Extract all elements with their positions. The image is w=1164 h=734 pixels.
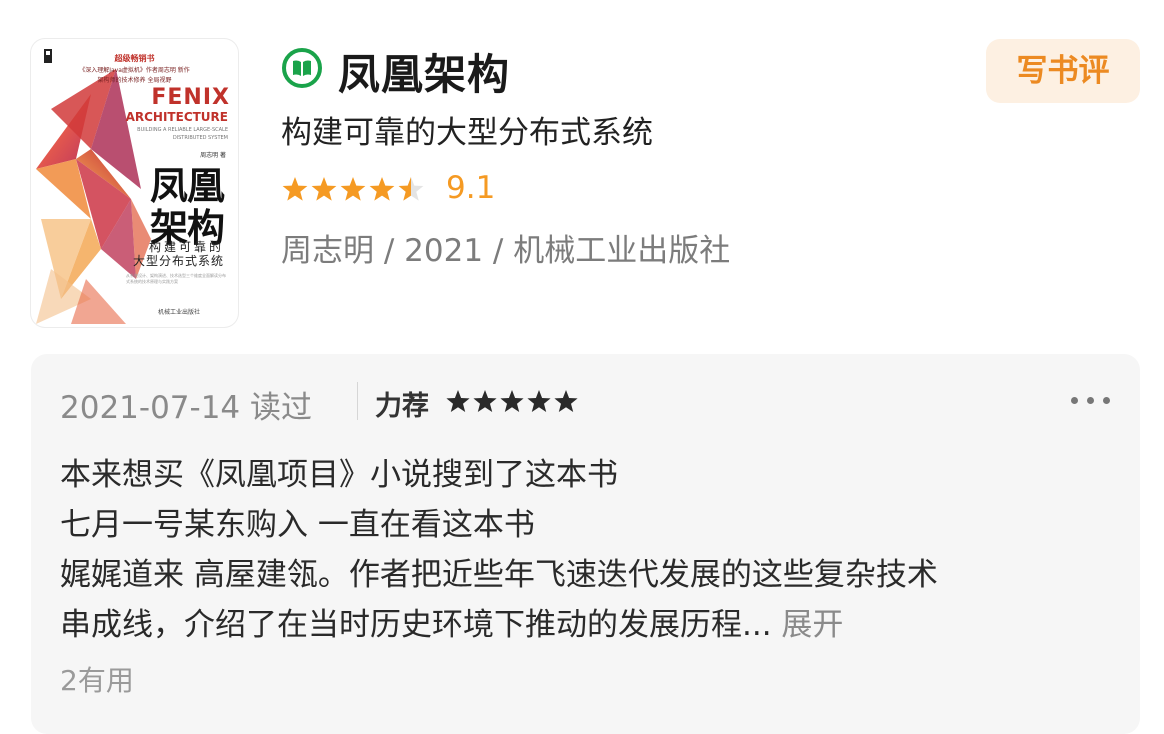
- star-icon: [527, 390, 551, 412]
- book-meta: 周志明 / 2021 / 机械工业出版社: [281, 233, 731, 269]
- divider: [357, 382, 358, 420]
- star-icon: [340, 177, 366, 201]
- star-icon: [554, 390, 578, 412]
- cover-publisher: 机械工业出版社: [157, 309, 200, 316]
- half-star-icon: [398, 177, 424, 201]
- recommend-label: 力荐: [375, 391, 429, 422]
- star-icon: [500, 390, 524, 412]
- cover-top-line3: 架构师的技术修养 全局视野: [97, 77, 172, 84]
- cover-top-line1: 超级畅销书: [114, 54, 155, 63]
- review-body: 本来想买《凤凰项目》小说搜到了这本书 七月一号某东购入 一直在看这本书 娓娓道来…: [60, 450, 1120, 650]
- star-icon: [282, 177, 308, 201]
- book-cover[interactable]: 超级畅销书 《深入理解Java虚拟机》作者周志明 新作 架构师的技术修养 全局视…: [31, 39, 238, 327]
- write-review-button[interactable]: 写书评: [986, 39, 1140, 103]
- more-dots-icon[interactable]: [1071, 394, 1113, 408]
- review-date-status: 2021-07-14 读过: [60, 390, 313, 426]
- cover-architecture: ARCHITECTURE: [125, 110, 228, 124]
- book-title: 凤凰架构: [338, 50, 511, 99]
- review-stars: [446, 390, 578, 412]
- review-card[interactable]: 2021-07-14 读过 力荐 本来想买《凤凰项目》小说搜到了这本书 七月一号…: [31, 354, 1140, 734]
- review-line-last: 串成线，介绍了在当时历史环境下推动的发展历程... 展开: [60, 600, 1120, 650]
- review-line: 七月一号某东购入 一直在看这本书: [60, 507, 535, 543]
- review-line: 串成线，介绍了在当时历史环境下推动的发展历程...: [60, 607, 772, 643]
- rating-value: 9.1: [446, 170, 496, 206]
- cover-tagline2: 大型分布式系统: [132, 254, 224, 268]
- review-line: 本来想买《凤凰项目》小说搜到了这本书: [60, 457, 618, 493]
- cover-blurb: 从系统设计、架构演进、技术选型三个维度全面解读分布式系统的技术原理与实践方案: [126, 273, 226, 284]
- rating-stars: [282, 177, 424, 201]
- star-icon: [446, 390, 470, 412]
- cover-sub-line2: DISTRIBUTED SYSTEM: [172, 135, 228, 141]
- star-icon: [473, 390, 497, 412]
- cover-fenix: FENIX: [151, 85, 230, 110]
- review-line: 娓娓道来 高屋建瓴。作者把近些年飞速迭代发展的这些复杂技术: [60, 557, 938, 593]
- useful-count[interactable]: 2有用: [60, 659, 134, 699]
- expand-link[interactable]: 展开: [781, 607, 843, 643]
- star-icon: [311, 177, 337, 201]
- book-subtitle: 构建可靠的大型分布式系统: [281, 115, 653, 151]
- star-icon: [369, 177, 395, 201]
- cover-top-line2: 《深入理解Java虚拟机》作者周志明 新作: [79, 67, 190, 74]
- cover-sub-line1: BUILDING A RELIABLE LARGE-SCALE: [137, 127, 228, 133]
- reading-book-icon: [282, 48, 322, 88]
